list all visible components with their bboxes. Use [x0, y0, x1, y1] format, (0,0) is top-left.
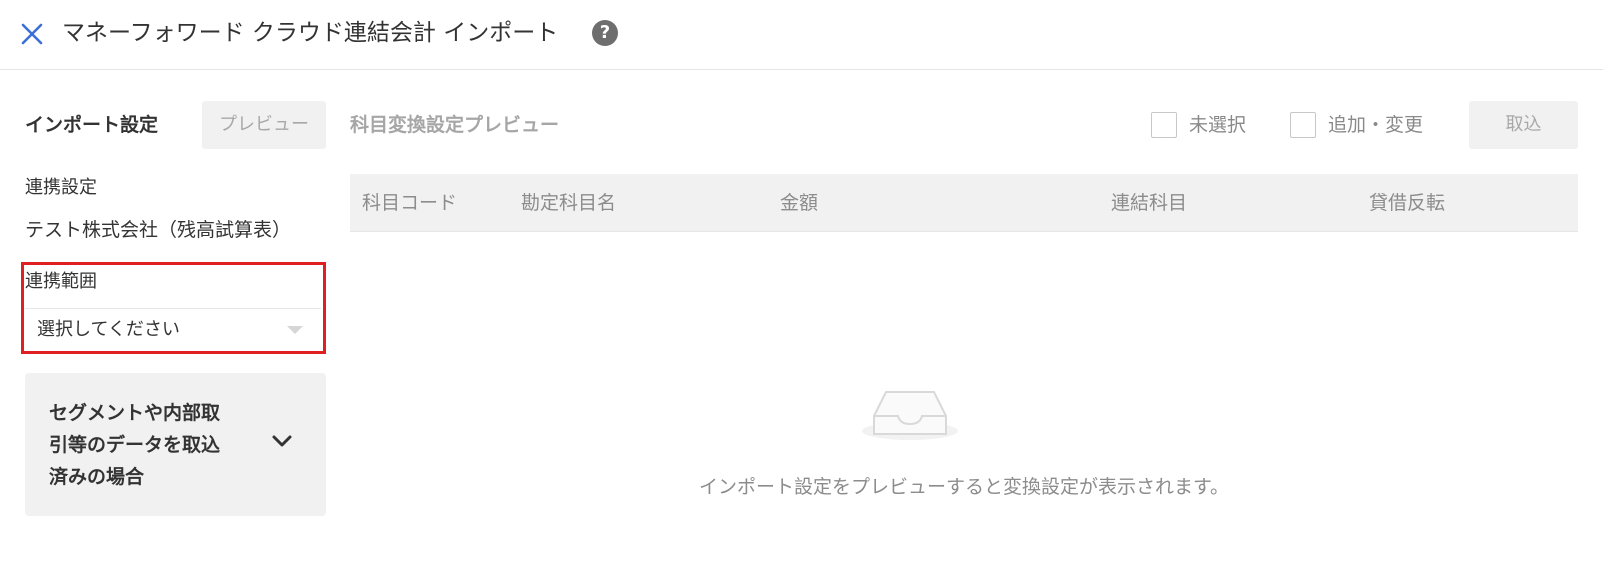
- column-header-consolidated-account: 連結科目: [1111, 192, 1188, 214]
- dialog-title: マネーフォワード クラウド連結会計 インポート: [62, 20, 559, 46]
- import-settings-title: インポート設定: [25, 114, 159, 136]
- checkbox-box[interactable]: [1290, 112, 1316, 138]
- segment-accordion[interactable]: セグメントや内部取 引等のデータを取込 済みの場合: [25, 373, 326, 516]
- empty-state: インポート設定をプレビューすると変換設定が表示されます。: [350, 232, 1578, 532]
- checkbox-label: 追加・変更: [1328, 114, 1424, 136]
- checkbox-label: 未選択: [1189, 114, 1247, 136]
- import-button[interactable]: 取込: [1469, 101, 1578, 149]
- checkbox-box[interactable]: [1151, 112, 1177, 138]
- link-range-select-value: 選択してください: [37, 319, 180, 340]
- conversion-preview-title: 科目変換設定プレビュー: [350, 114, 560, 136]
- link-range-label: 連携範囲: [25, 271, 97, 292]
- segment-text-line: 済みの場合: [49, 466, 145, 488]
- link-range-select[interactable]: 選択してください: [25, 308, 321, 350]
- dropdown-arrow-icon: [287, 326, 303, 334]
- preview-button[interactable]: プレビュー: [202, 101, 326, 149]
- help-icon[interactable]: ?: [592, 20, 618, 46]
- dialog-header: マネーフォワード クラウド連結会計 インポート ?: [0, 0, 1603, 70]
- column-header-account-name: 勘定科目名: [521, 192, 617, 214]
- company-value: テスト株式会社（残高試算表）: [25, 219, 292, 241]
- link-settings-label: 連携設定: [25, 177, 97, 198]
- column-header-amount: 金額: [780, 192, 819, 214]
- close-x-icon: [21, 23, 43, 45]
- column-header-account-code: 科目コード: [362, 192, 458, 214]
- segment-accordion-text: セグメントや内部取 引等のデータを取込 済みの場合: [49, 397, 249, 493]
- segment-text-line: 引等のデータを取込: [49, 434, 221, 456]
- empty-state-message: インポート設定をプレビューすると変換設定が表示されます。: [698, 476, 1230, 498]
- close-button[interactable]: [20, 22, 44, 46]
- segment-text-line: セグメントや内部取: [49, 402, 221, 424]
- table-header: 科目コード 勘定科目名 金額 連結科目 貸借反転: [350, 174, 1578, 232]
- empty-inbox-icon: [862, 391, 958, 440]
- chevron-down-icon: [272, 435, 292, 447]
- column-header-debit-credit-reverse: 貸借反転: [1369, 192, 1446, 214]
